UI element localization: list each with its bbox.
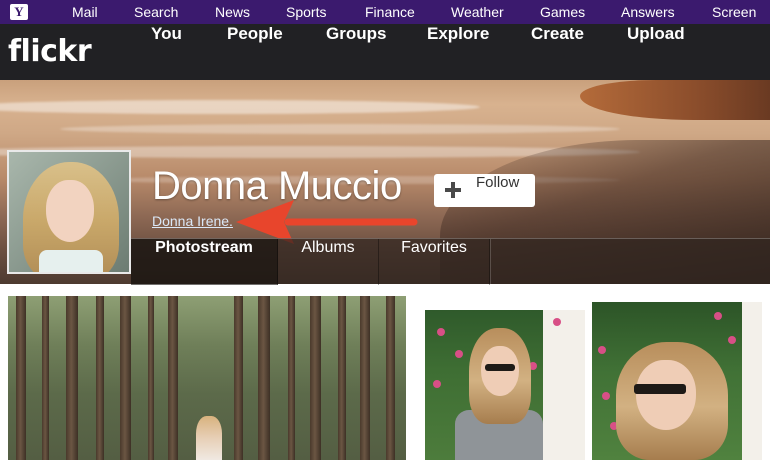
tree-trunk — [234, 296, 243, 460]
cover-rock-shape — [580, 80, 770, 120]
tree-trunk — [310, 296, 321, 460]
nav-you[interactable]: You — [151, 24, 182, 80]
yahoo-nav-answers[interactable]: Answers — [621, 0, 675, 24]
sunglasses — [634, 384, 686, 394]
photo-pillar — [742, 302, 762, 460]
tree-trunk — [148, 296, 154, 460]
tree-trunk — [120, 296, 131, 460]
flickr-profile-page: Y Mail Search News Sports Finance Weathe… — [0, 0, 770, 460]
tree-trunk — [386, 296, 395, 460]
sunglasses — [485, 364, 515, 371]
tree-trunk — [96, 296, 104, 460]
nav-groups[interactable]: Groups — [326, 24, 386, 80]
tree-trunk — [42, 296, 49, 460]
cover-wave — [0, 100, 480, 114]
follow-label: Follow — [476, 174, 520, 191]
photo-subject — [196, 416, 222, 460]
tree-trunk — [338, 296, 346, 460]
follow-button[interactable]: Follow — [434, 174, 535, 207]
yahoo-nav-sports[interactable]: Sports — [286, 0, 326, 24]
yahoo-nav-games[interactable]: Games — [540, 0, 585, 24]
profile-real-name-link[interactable]: Donna Irene. — [152, 213, 233, 229]
tab-photostream[interactable]: Photostream — [131, 239, 278, 285]
profile-avatar[interactable] — [7, 150, 131, 274]
avatar-shirt — [39, 250, 103, 272]
photo-woman-sunglasses-2[interactable] — [592, 302, 762, 460]
avatar-face — [46, 180, 94, 242]
yahoo-nav-finance[interactable]: Finance — [365, 0, 415, 24]
yahoo-nav-mail[interactable]: Mail — [72, 0, 98, 24]
nav-people[interactable]: People — [227, 24, 283, 80]
flower — [553, 318, 561, 326]
tab-albums[interactable]: Albums — [278, 239, 379, 285]
flower — [433, 380, 441, 388]
flower — [437, 328, 445, 336]
flickr-nav-bar: flickr You People Groups Explore Create … — [0, 24, 770, 80]
yahoo-nav-screen[interactable]: Screen — [712, 0, 756, 24]
yahoo-logo-icon[interactable]: Y — [10, 4, 28, 20]
tree-trunk — [66, 296, 78, 460]
photo-forest[interactable] — [8, 296, 406, 460]
profile-tab-bar: Photostream Albums Favorites — [131, 238, 770, 285]
photo-face — [636, 360, 696, 430]
plus-icon — [445, 182, 461, 198]
yahoo-nav-weather[interactable]: Weather — [451, 0, 504, 24]
tree-trunk — [360, 296, 370, 460]
flower — [714, 312, 722, 320]
flower — [455, 350, 463, 358]
yahoo-nav-news[interactable]: News — [215, 0, 250, 24]
photo-woman-sunglasses-1[interactable] — [425, 310, 585, 460]
tree-trunk — [16, 296, 26, 460]
nav-create[interactable]: Create — [531, 24, 584, 80]
photo-face — [481, 346, 519, 396]
tree-trunk — [168, 296, 178, 460]
tree-trunk — [258, 296, 270, 460]
yahoo-top-bar: Y Mail Search News Sports Finance Weathe… — [0, 0, 770, 24]
flower — [728, 336, 736, 344]
nav-upload[interactable]: Upload — [627, 24, 685, 80]
photo-pillar — [543, 310, 585, 460]
cover-wave — [60, 124, 620, 134]
tree-trunk — [288, 296, 295, 460]
flower — [602, 392, 610, 400]
yahoo-nav-search[interactable]: Search — [134, 0, 178, 24]
tab-divider — [490, 239, 491, 285]
nav-explore[interactable]: Explore — [427, 24, 489, 80]
flower — [598, 346, 606, 354]
tab-favorites[interactable]: Favorites — [379, 239, 490, 285]
flickr-logo[interactable]: flickr — [8, 32, 92, 72]
